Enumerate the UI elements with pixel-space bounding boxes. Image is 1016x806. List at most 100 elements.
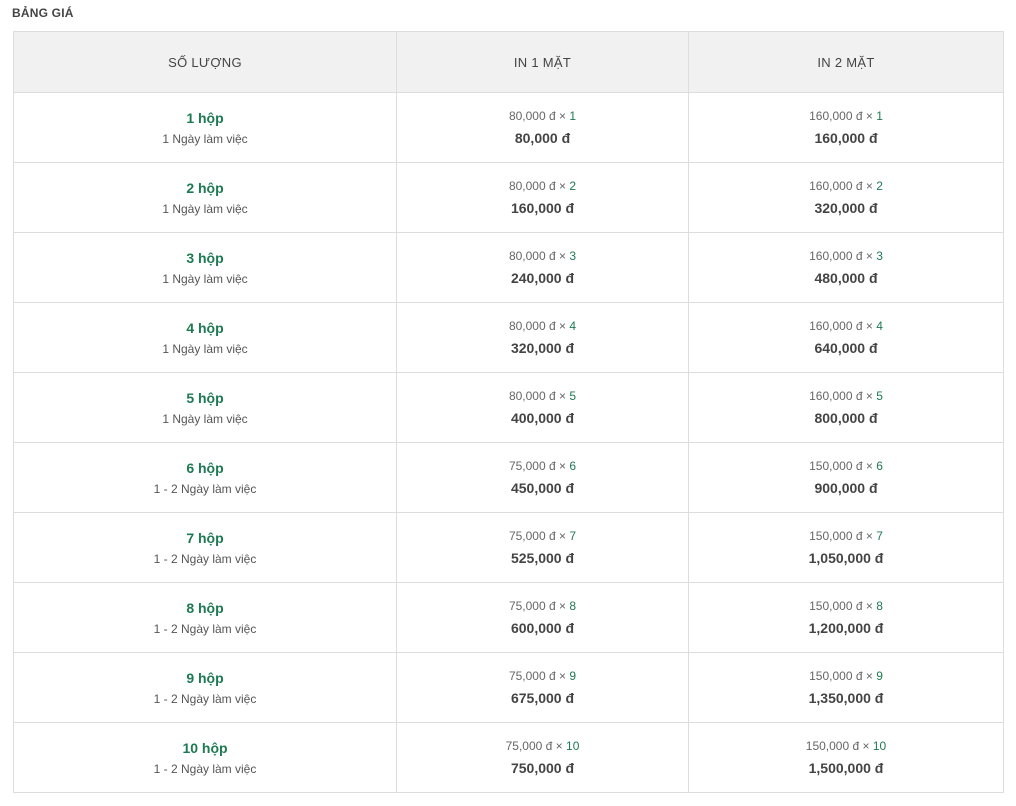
quantity-cell: 6 hộp 1 - 2 Ngày làm việc xyxy=(13,442,397,513)
quantity-label: 9 hộp xyxy=(186,669,224,686)
delivery-time: 1 Ngày làm việc xyxy=(162,411,248,426)
quantity-label: 8 hộp xyxy=(186,599,224,616)
multiply-sign: × xyxy=(865,459,873,473)
one-side-multiplier: 9 xyxy=(569,669,577,683)
one-side-multiplier: 1 xyxy=(569,109,577,123)
quantity-cell: 2 hộp 1 Ngày làm việc xyxy=(13,162,397,233)
one-side-price-cell: 80,000 đ × 5 400,000 đ xyxy=(396,372,689,443)
two-side-total: 800,000 đ xyxy=(814,410,878,426)
multiply-sign: × xyxy=(865,669,873,683)
one-side-total: 675,000 đ xyxy=(510,690,575,706)
two-side-total: 640,000 đ xyxy=(814,340,878,356)
table-row: 9 hộp 1 - 2 Ngày làm việc 75,000 đ × 9 675,… xyxy=(13,652,1004,723)
one-side-unit-price: 80,000 đ xyxy=(508,179,556,193)
one-side-price-cell: 75,000 đ × 9 675,000 đ xyxy=(396,652,689,723)
one-side-price-cell: 75,000 đ × 6 450,000 đ xyxy=(396,442,689,513)
two-side-total: 1,350,000 đ xyxy=(808,690,884,706)
one-side-unit-price: 80,000 đ xyxy=(508,319,556,333)
multiply-sign: × xyxy=(865,529,873,543)
two-side-unit-price: 150,000 đ xyxy=(809,529,863,543)
delivery-time: 1 - 2 Ngày làm việc xyxy=(153,481,257,496)
one-side-unit-calc: 75,000 đ × 8 xyxy=(397,598,688,614)
quantity-cell: 4 hộp 1 Ngày làm việc xyxy=(13,302,397,373)
two-side-multiplier: 6 xyxy=(876,459,883,473)
two-side-total: 1,200,000 đ xyxy=(808,620,884,636)
one-side-unit-calc: 80,000 đ × 1 xyxy=(397,108,688,124)
quantity-label: 4 hộp xyxy=(186,319,224,336)
two-side-unit-price: 150,000 đ xyxy=(809,459,863,473)
two-side-price-cell: 160,000 đ × 5 800,000 đ xyxy=(688,372,1004,443)
two-side-multiplier: 5 xyxy=(876,389,883,403)
two-side-unit-calc: 150,000 đ × 10 xyxy=(689,738,1003,754)
multiply-sign: × xyxy=(559,109,567,123)
one-side-multiplier: 5 xyxy=(569,389,577,403)
delivery-time: 1 - 2 Ngày làm việc xyxy=(153,761,257,776)
multiply-sign: × xyxy=(559,319,567,333)
one-side-total: 750,000 đ xyxy=(510,760,575,776)
quantity-cell: 3 hộp 1 Ngày làm việc xyxy=(13,232,397,303)
multiply-sign: × xyxy=(555,739,563,753)
one-side-multiplier: 6 xyxy=(569,459,577,473)
one-side-unit-price: 75,000 đ xyxy=(508,599,556,613)
delivery-time: 1 - 2 Ngày làm việc xyxy=(153,551,257,566)
one-side-price-cell: 80,000 đ × 2 160,000 đ xyxy=(396,162,689,233)
table-row: 10 hộp 1 - 2 Ngày làm việc 75,000 đ × 10 75… xyxy=(13,722,1004,793)
two-side-unit-price: 160,000 đ xyxy=(809,389,863,403)
page-title: BẢNG GIÁ xyxy=(12,6,74,20)
delivery-time: 1 - 2 Ngày làm việc xyxy=(153,621,257,636)
multiply-sign: × xyxy=(865,249,873,263)
one-side-unit-price: 80,000 đ xyxy=(508,109,556,123)
one-side-price-cell: 75,000 đ × 7 525,000 đ xyxy=(396,512,689,583)
multiply-sign: × xyxy=(559,249,567,263)
two-side-price-cell: 150,000 đ × 10 1,500,000 đ xyxy=(688,722,1004,793)
one-side-total: 400,000 đ xyxy=(510,410,575,426)
quantity-label: 6 hộp xyxy=(186,459,224,476)
table-row: 4 hộp 1 Ngày làm việc 80,000 đ × 4 320,000 … xyxy=(13,302,1004,373)
one-side-total: 450,000 đ xyxy=(510,480,575,496)
one-side-unit-calc: 80,000 đ × 3 xyxy=(397,248,688,264)
two-side-price-cell: 160,000 đ × 3 480,000 đ xyxy=(688,232,1004,303)
one-side-total: 600,000 đ xyxy=(510,620,575,636)
two-side-unit-calc: 160,000 đ × 1 xyxy=(689,108,1003,124)
two-side-total: 480,000 đ xyxy=(814,270,878,286)
two-side-unit-calc: 160,000 đ × 3 xyxy=(689,248,1003,264)
one-side-price-cell: 80,000 đ × 4 320,000 đ xyxy=(396,302,689,373)
quantity-cell: 10 hộp 1 - 2 Ngày làm việc xyxy=(13,722,397,793)
two-side-total: 320,000 đ xyxy=(814,200,878,216)
multiply-sign: × xyxy=(559,599,567,613)
one-side-multiplier: 3 xyxy=(569,249,577,263)
two-side-price-cell: 160,000 đ × 2 320,000 đ xyxy=(688,162,1004,233)
two-side-multiplier: 9 xyxy=(876,669,883,683)
one-side-total: 80,000 đ xyxy=(514,130,571,146)
two-side-total: 900,000 đ xyxy=(814,480,878,496)
table-row: 2 hộp 1 Ngày làm việc 80,000 đ × 2 160,000 … xyxy=(13,162,1004,233)
two-side-multiplier: 10 xyxy=(872,739,887,753)
one-side-total: 160,000 đ xyxy=(510,200,575,216)
delivery-time: 1 Ngày làm việc xyxy=(162,131,248,146)
two-side-unit-calc: 150,000 đ × 6 xyxy=(689,458,1003,474)
one-side-unit-price: 75,000 đ xyxy=(505,739,553,753)
one-side-unit-price: 80,000 đ xyxy=(508,389,556,403)
two-side-total: 1,500,000 đ xyxy=(808,760,884,776)
header-two-side: IN 2 MẶT xyxy=(688,31,1004,93)
one-side-multiplier: 2 xyxy=(569,179,577,193)
multiply-sign: × xyxy=(865,179,873,193)
quantity-cell: 7 hộp 1 - 2 Ngày làm việc xyxy=(13,512,397,583)
table-row: 5 hộp 1 Ngày làm việc 80,000 đ × 5 400,000 … xyxy=(13,372,1004,443)
two-side-price-cell: 150,000 đ × 6 900,000 đ xyxy=(688,442,1004,513)
two-side-multiplier: 3 xyxy=(876,249,883,263)
header-row: SỐ LƯỢNG IN 1 MẶT IN 2 MẶT xyxy=(13,31,1004,93)
one-side-multiplier: 7 xyxy=(569,529,577,543)
one-side-unit-price: 75,000 đ xyxy=(508,669,556,683)
one-side-unit-price: 75,000 đ xyxy=(508,529,556,543)
delivery-time: 1 Ngày làm việc xyxy=(162,341,248,356)
quantity-cell: 8 hộp 1 - 2 Ngày làm việc xyxy=(13,582,397,653)
two-side-price-cell: 150,000 đ × 9 1,350,000 đ xyxy=(688,652,1004,723)
multiply-sign: × xyxy=(862,739,870,753)
one-side-price-cell: 80,000 đ × 3 240,000 đ xyxy=(396,232,689,303)
one-side-unit-calc: 75,000 đ × 10 xyxy=(397,738,688,754)
two-side-unit-price: 160,000 đ xyxy=(809,179,863,193)
two-side-unit-calc: 150,000 đ × 8 xyxy=(689,598,1003,614)
two-side-unit-price: 150,000 đ xyxy=(809,669,863,683)
one-side-unit-price: 80,000 đ xyxy=(508,249,556,263)
